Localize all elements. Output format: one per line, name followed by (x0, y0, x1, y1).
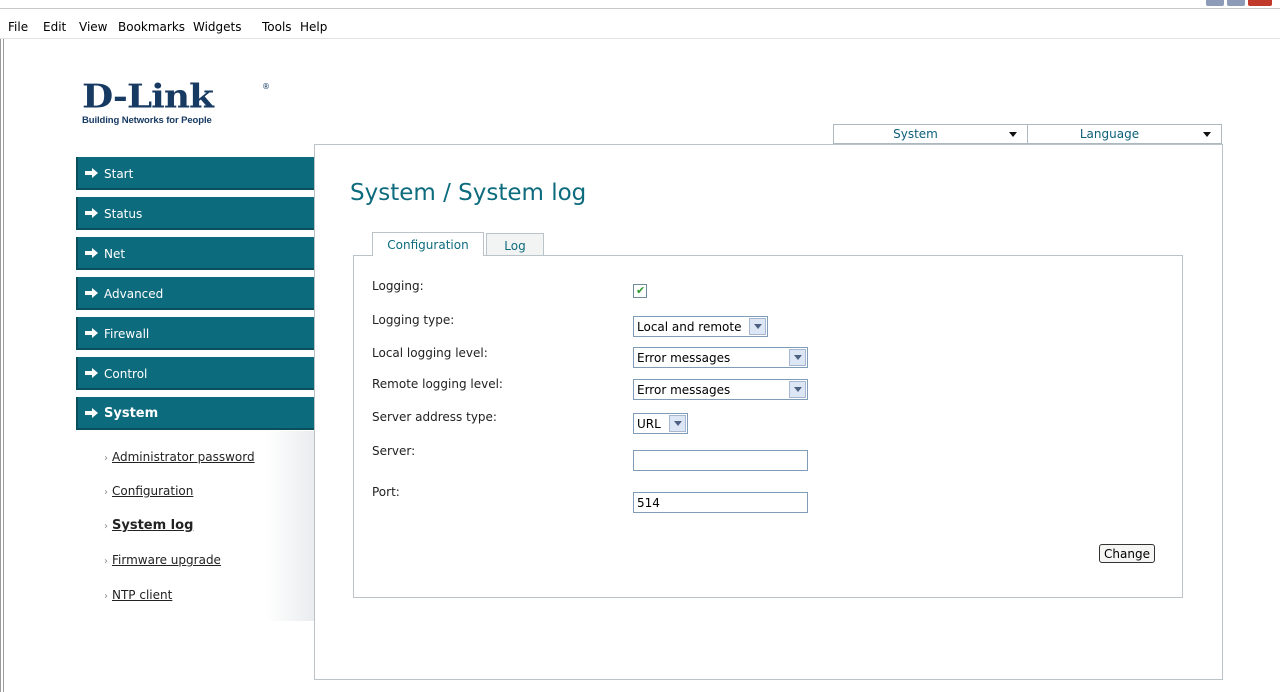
sidebar-item-advanced[interactable]: Advanced (76, 277, 314, 310)
submenu-item-configuration[interactable]: › Configuration (104, 484, 193, 498)
system-select[interactable]: System (833, 124, 1028, 144)
submenu-item-label: NTP client (112, 588, 173, 602)
server-address-type-select[interactable]: URL (633, 413, 688, 434)
remote-logging-level-label: Remote logging level: (372, 377, 503, 391)
arrow-right-icon (85, 288, 98, 298)
logging-type-label: Logging type: (372, 313, 455, 327)
system-select-value: System (893, 127, 938, 141)
configuration-form-panel (353, 255, 1183, 598)
menu-tools[interactable]: Tools (262, 20, 292, 34)
menu-bar: File Edit View Bookmarks Widgets Tools H… (0, 9, 1280, 39)
logo-registered-mark: ® (262, 82, 270, 91)
submenu-item-ntp-client[interactable]: › NTP client (104, 588, 172, 602)
submenu-item-label: Administrator password (112, 450, 255, 464)
submenu-item-label: Configuration (112, 484, 194, 498)
sidebar-item-firewall[interactable]: Firewall (76, 317, 314, 350)
submenu-item-label: System log (112, 518, 194, 533)
sidebar-item-start[interactable]: Start (76, 157, 314, 190)
submenu-item-label: Firmware upgrade (112, 553, 221, 567)
remote-logging-level-select[interactable]: Error messages (633, 379, 808, 400)
sidebar-item-system[interactable]: System (76, 397, 314, 430)
chevron-down-icon (789, 381, 806, 398)
chevron-right-icon: › (104, 556, 108, 567)
sidebar-item-label: Control (104, 367, 148, 381)
language-select[interactable]: Language (1027, 124, 1222, 144)
language-select-value: Language (1079, 127, 1140, 141)
submenu-item-administrator-password[interactable]: › Administrator password (104, 450, 255, 464)
window-top-edge (0, 0, 1280, 9)
arrow-right-icon (85, 248, 98, 258)
remote-logging-level-value: Error messages (637, 383, 731, 397)
chevron-right-icon: › (104, 487, 108, 498)
local-logging-level-select[interactable]: Error messages (633, 347, 808, 368)
maximize-window-icon[interactable] (1227, 0, 1245, 6)
submenu-item-firmware-upgrade[interactable]: › Firmware upgrade (104, 553, 221, 567)
server-address-type-label: Server address type: (372, 410, 497, 424)
arrow-right-icon (85, 328, 98, 338)
logging-checkbox[interactable]: ✔ (633, 284, 647, 298)
page-title: System / System log (350, 180, 587, 206)
submenu-item-system-log[interactable]: › System log (104, 518, 193, 533)
sidebar-item-control[interactable]: Control (76, 357, 314, 390)
sidebar-item-label: Firewall (104, 327, 150, 341)
chevron-down-icon (1009, 132, 1017, 137)
chevron-right-icon: › (104, 521, 108, 532)
tab-configuration[interactable]: Configuration (372, 232, 484, 256)
window-left-border (0, 39, 4, 692)
local-logging-level-value: Error messages (637, 351, 731, 365)
menu-view[interactable]: View (79, 20, 107, 34)
local-logging-level-label: Local logging level: (372, 346, 488, 360)
minimize-window-icon[interactable] (1206, 0, 1224, 6)
sidebar-item-label: Status (104, 207, 143, 221)
chevron-right-icon: › (104, 453, 108, 464)
arrow-right-icon (85, 168, 98, 178)
tab-label: Configuration (387, 238, 469, 252)
menu-help[interactable]: Help (300, 20, 327, 34)
dlink-logo: D-Link ® Building Networks for People (82, 80, 282, 132)
arrow-right-icon (85, 208, 98, 218)
sidebar-item-label: Net (104, 247, 126, 261)
sidebar-item-net[interactable]: Net (76, 237, 314, 270)
logging-type-value: Local and remote (637, 320, 742, 334)
arrow-right-icon (85, 368, 98, 378)
logging-label: Logging: (372, 279, 424, 293)
change-button[interactable]: Change (1099, 544, 1155, 563)
port-input[interactable] (633, 492, 808, 513)
system-submenu: › Administrator password › Configuration ›… (76, 431, 314, 621)
tab-log[interactable]: Log (486, 233, 544, 255)
tab-label: Log (504, 239, 526, 253)
logo-wordmark: D-Link (82, 77, 214, 116)
menu-bookmarks[interactable]: Bookmarks (118, 20, 185, 34)
arrow-right-icon (85, 408, 98, 418)
port-label: Port: (372, 485, 400, 499)
menu-file[interactable]: File (8, 20, 28, 34)
chevron-down-icon (669, 415, 686, 432)
sidebar-item-label: Advanced (104, 287, 164, 301)
logging-type-select[interactable]: Local and remote (633, 316, 768, 337)
chevron-right-icon: › (104, 591, 108, 602)
server-address-type-value: URL (637, 417, 661, 431)
checkmark-icon: ✔ (636, 284, 646, 297)
menu-widgets[interactable]: Widgets (193, 20, 242, 34)
sidebar-item-label: Start (104, 167, 134, 181)
chevron-down-icon (749, 318, 766, 335)
sidebar-item-label: System (104, 406, 159, 421)
sidebar-item-status[interactable]: Status (76, 197, 314, 230)
chevron-down-icon (1203, 132, 1211, 137)
server-label: Server: (372, 444, 416, 458)
logo-tagline: Building Networks for People (82, 115, 212, 126)
chevron-down-icon (789, 349, 806, 366)
server-input[interactable] (633, 450, 808, 471)
menu-edit[interactable]: Edit (43, 20, 66, 34)
close-window-icon[interactable] (1248, 0, 1272, 6)
